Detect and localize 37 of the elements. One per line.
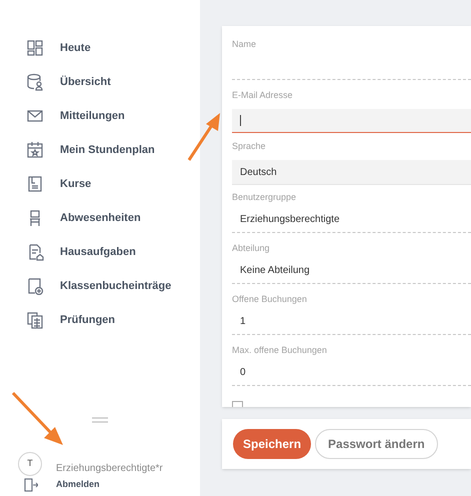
field-label: Sprache xyxy=(232,140,267,152)
sidebar-item[interactable]: Mitteilungen xyxy=(26,107,200,125)
text-field[interactable]: 1 xyxy=(232,309,471,335)
field-label: Abteilung xyxy=(232,242,271,254)
field-label: Name xyxy=(232,38,258,50)
logout-icon xyxy=(24,478,38,492)
calendar-icon xyxy=(26,141,44,159)
email-field[interactable] xyxy=(232,109,471,133)
text-field[interactable]: Erziehungsberechtigte xyxy=(232,207,471,233)
sidebar-item[interactable]: Mein Stundenplan xyxy=(26,141,200,159)
sidebar-item[interactable]: Abwesenheiten xyxy=(26,209,200,227)
sidebar-item[interactable]: Klassenbucheinträge xyxy=(26,277,200,295)
hamburger-icon[interactable] xyxy=(92,417,108,423)
save-button[interactable]: Speichern xyxy=(233,429,312,459)
change-password-button[interactable]: Passwort ändern xyxy=(315,429,438,459)
user-avatar[interactable]: T xyxy=(18,452,42,476)
grid-icon xyxy=(26,39,44,57)
sidebar-item[interactable]: Hausaufgaben xyxy=(26,243,200,261)
document-plus-icon xyxy=(26,277,44,295)
sidebar-item[interactable]: Kurse xyxy=(26,175,200,193)
language-select[interactable]: Deutsch xyxy=(232,160,471,185)
field-label: Max. offene Buchungen xyxy=(232,344,328,356)
sidebar-item[interactable]: Heute xyxy=(26,39,200,57)
text-field[interactable]: Keine Abteilung xyxy=(232,258,471,284)
sidebar-item[interactable]: Prüfungen xyxy=(26,311,200,329)
logout-link[interactable]: Abmelden xyxy=(0,478,200,492)
document-icon xyxy=(26,175,44,193)
database-user-icon xyxy=(26,73,44,91)
field-label: Benutzergruppe xyxy=(232,191,298,203)
user-role: Erziehungsberechtigte*r xyxy=(56,462,163,476)
annotation-arrow xyxy=(10,390,66,448)
files-icon xyxy=(26,311,44,329)
field-label: E-Mail Adresse xyxy=(232,89,294,101)
text-cursor xyxy=(240,115,241,126)
sidebar-item[interactable]: Übersicht xyxy=(26,73,200,91)
field-label: Offene Buchungen xyxy=(232,293,308,305)
text-field[interactable]: 0 xyxy=(232,360,471,386)
